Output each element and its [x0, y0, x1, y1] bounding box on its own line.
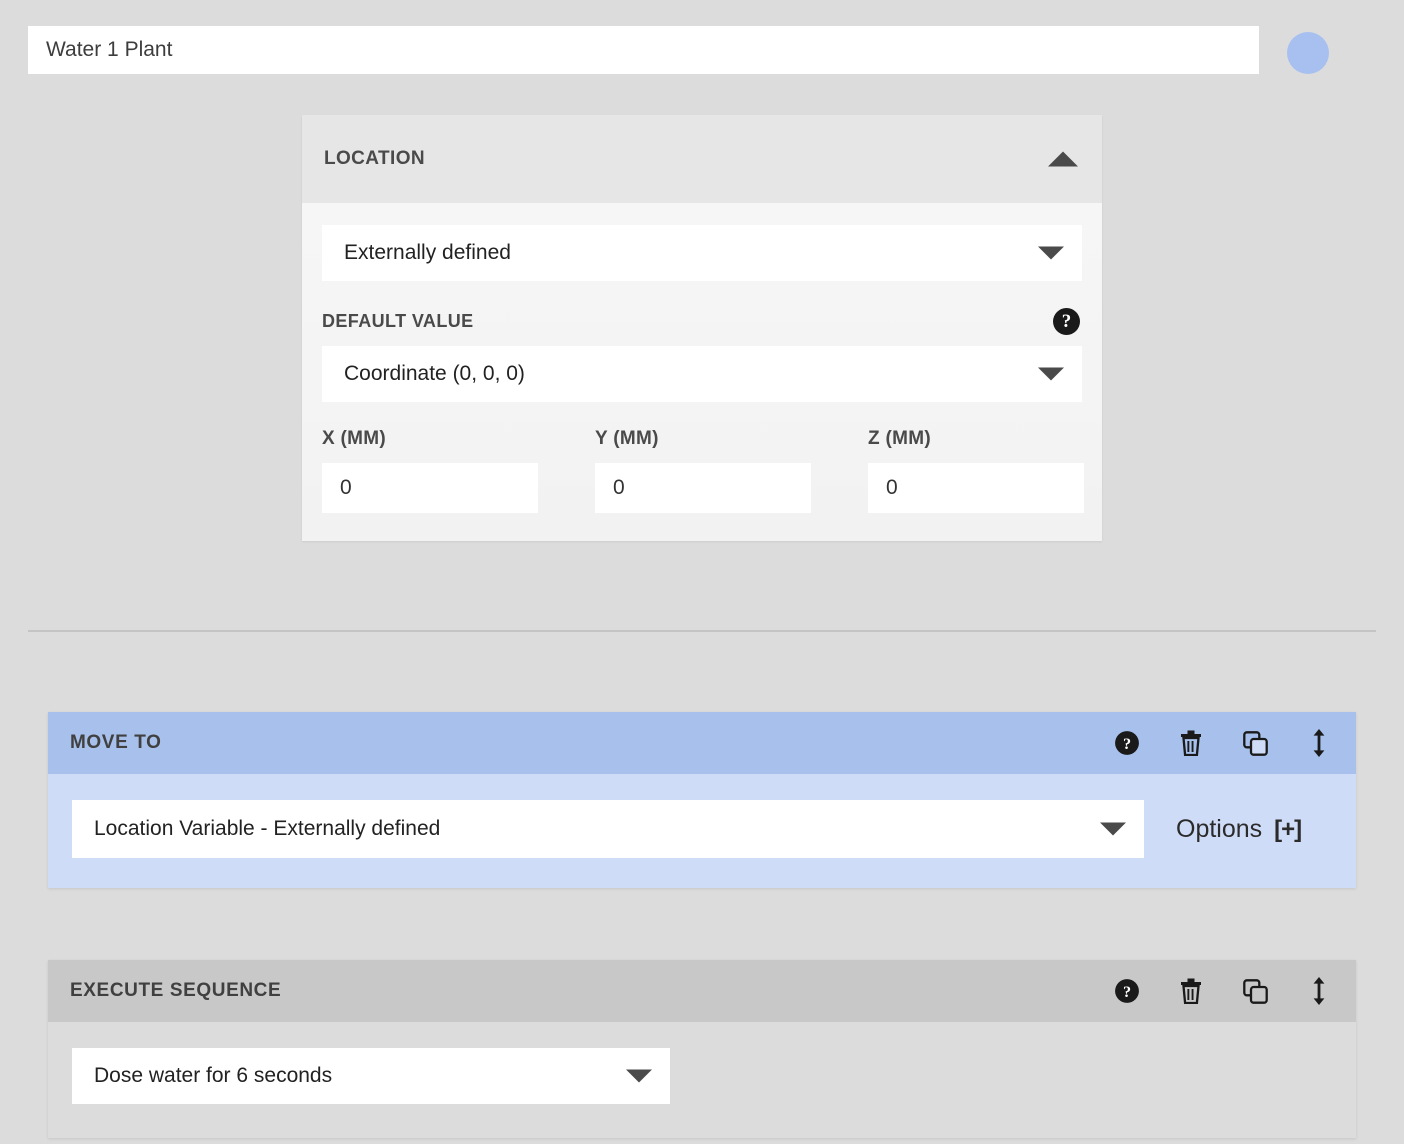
help-circle-icon[interactable]: ?	[1114, 977, 1140, 1005]
move-to-location-select[interactable]: Location Variable - Externally defined	[72, 800, 1144, 858]
drag-vertical-icon[interactable]	[1306, 729, 1332, 757]
help-circle-icon[interactable]: ?	[1053, 308, 1080, 335]
duplicate-icon[interactable]	[1242, 977, 1268, 1005]
coordinate-input-y[interactable]	[595, 463, 811, 513]
step-move-to: MOVE TO ?	[48, 712, 1356, 888]
chevron-down-icon	[1100, 823, 1126, 836]
execute-sequence-select-value: Dose water for 6 seconds	[94, 1064, 332, 1088]
top-bar	[0, 0, 1404, 100]
drag-vertical-icon[interactable]	[1306, 977, 1332, 1005]
step-execute-sequence: EXECUTE SEQUENCE ?	[48, 960, 1356, 1138]
step-move-to-icon-group: ?	[1114, 729, 1332, 757]
expand-plus-icon: [+]	[1274, 816, 1301, 844]
default-value-label-row: DEFAULT VALUE ?	[322, 308, 1082, 335]
trash-icon[interactable]	[1178, 977, 1204, 1005]
step-move-to-header: MOVE TO ?	[48, 712, 1356, 774]
coordinate-field-z: Z (MM)	[868, 428, 1084, 513]
move-to-options-label: Options	[1176, 815, 1262, 844]
step-move-to-body: Location Variable - Externally defined O…	[48, 774, 1356, 888]
coordinate-row: X (MM) Y (MM) Z (MM)	[322, 428, 1082, 513]
chevron-down-icon	[1038, 368, 1064, 381]
section-divider	[28, 630, 1376, 632]
default-value-select-value: Coordinate (0, 0, 0)	[344, 362, 525, 386]
step-move-to-title: MOVE TO	[70, 732, 161, 754]
help-circle-icon[interactable]: ?	[1114, 729, 1140, 757]
coordinate-label-x: X (MM)	[322, 428, 538, 450]
triangle-up-icon[interactable]	[1048, 152, 1078, 167]
coordinate-input-x[interactable]	[322, 463, 538, 513]
execute-sequence-select[interactable]: Dose water for 6 seconds	[72, 1048, 670, 1104]
coordinate-label-z: Z (MM)	[868, 428, 1084, 450]
step-execute-sequence-title: EXECUTE SEQUENCE	[70, 980, 281, 1002]
step-execute-sequence-body: Dose water for 6 seconds	[48, 1022, 1356, 1138]
chevron-down-icon	[1038, 247, 1064, 260]
sequence-name-input[interactable]	[28, 26, 1259, 74]
avatar[interactable]	[1287, 32, 1329, 74]
step-execute-sequence-header: EXECUTE SEQUENCE ?	[48, 960, 1356, 1022]
coordinate-input-z[interactable]	[868, 463, 1084, 513]
coordinate-field-y: Y (MM)	[595, 428, 811, 513]
svg-text:?: ?	[1123, 735, 1131, 753]
step-execute-sequence-icon-group: ?	[1114, 977, 1332, 1005]
coordinate-field-x: X (MM)	[322, 428, 538, 513]
location-panel-header[interactable]: LOCATION	[302, 115, 1102, 203]
default-value-label: DEFAULT VALUE	[322, 311, 474, 332]
chevron-down-icon	[626, 1070, 652, 1083]
location-panel-body: Externally defined DEFAULT VALUE ? Coord…	[302, 203, 1102, 541]
coordinate-label-y: Y (MM)	[595, 428, 811, 450]
trash-icon[interactable]	[1178, 729, 1204, 757]
move-to-options-toggle[interactable]: Options [+]	[1176, 815, 1301, 844]
location-panel: LOCATION Externally defined DEFAULT VALU…	[302, 115, 1102, 541]
move-to-location-select-value: Location Variable - Externally defined	[94, 817, 440, 841]
location-panel-title: LOCATION	[324, 148, 425, 170]
location-variable-select[interactable]: Externally defined	[322, 225, 1082, 281]
svg-text:?: ?	[1123, 983, 1131, 1001]
duplicate-icon[interactable]	[1242, 729, 1268, 757]
default-value-select[interactable]: Coordinate (0, 0, 0)	[322, 346, 1082, 402]
location-variable-select-value: Externally defined	[344, 241, 511, 265]
